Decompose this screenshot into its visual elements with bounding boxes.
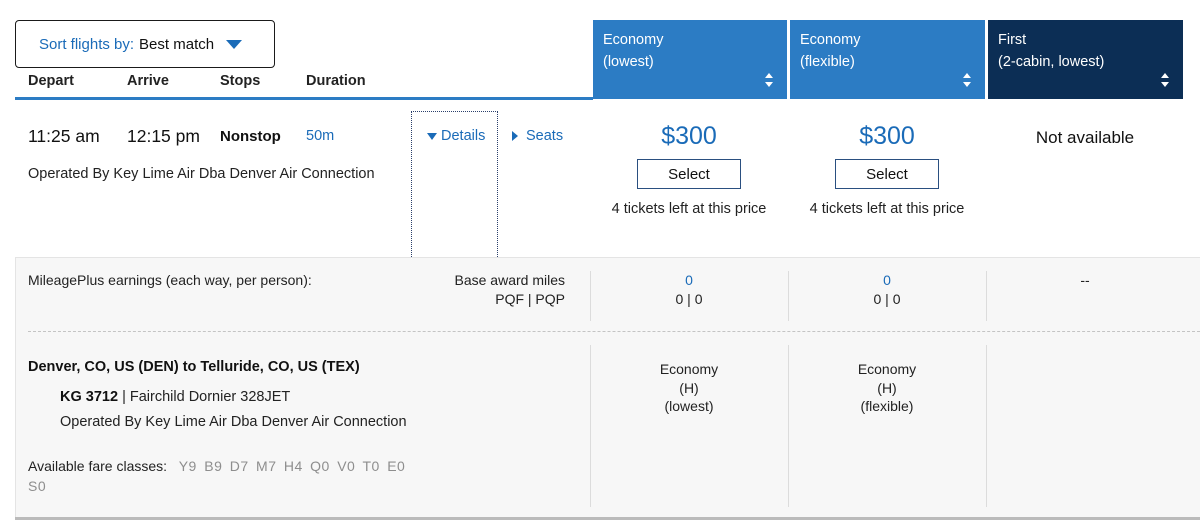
flight-number-line: KG 3712 | Fairchild Dornier 328JET [60,389,290,405]
award-miles-value: 0 [883,272,891,288]
cabin-class: (H) [877,379,897,396]
panel-bottom-border [15,517,1200,520]
cabin-type: (lowest) [664,398,714,414]
sort-value: Best match [139,35,215,53]
caret-down-icon [427,132,437,140]
aircraft-type: | Fairchild Dornier 328JET [118,389,291,405]
cabin-type: (flexible) [860,398,914,414]
dashed-divider [28,331,1200,332]
fare-header-title: First [998,32,1027,48]
seats-link-label: Seats [526,128,564,144]
select-economy-lowest-button[interactable]: Select [637,159,741,189]
segment-operated-by: Operated By Key Lime Air Dba Denver Air … [60,414,407,430]
fare-header-first[interactable]: First (2-cabin, lowest) [988,20,1183,99]
flight-number: KG 3712 [60,389,119,405]
cabin-class: (H) [679,379,699,396]
fare-header-economy-lowest[interactable]: Economy (lowest) [593,20,787,99]
arrive-time: 12:15 pm [127,126,200,146]
depart-time: 11:25 am [28,126,100,146]
column-stops: Stops [220,73,261,89]
base-award-label: Base award miles [454,272,566,288]
fare-header-subtitle: (2-cabin, lowest) [998,54,1105,70]
earnings-label: MileagePlus earnings (each way, per pers… [28,272,312,288]
fare-header-subtitle: (flexible) [800,54,855,70]
caret-right-icon [512,131,518,141]
earnings-economy-lowest: 0 0 | 0 [591,271,787,308]
cabin-name: Economy [857,361,917,377]
duration-value: 50m [306,128,335,144]
details-link[interactable]: Details [427,128,485,144]
tickets-left-economy-lowest: 4 tickets left at this price [611,201,767,217]
details-link-label: Details [441,128,486,144]
sort-arrows-icon [963,73,971,87]
pqf-pqp-label: PQF | PQP [495,291,565,307]
cabin-name: Economy [659,361,719,377]
header-divider [15,97,593,100]
seats-link[interactable]: Seats [512,128,563,144]
fare-header-economy-flexible[interactable]: Economy (flexible) [790,20,985,99]
price-economy-lowest: $300 [661,122,717,150]
column-depart: Depart [28,73,74,89]
pq-value: 0 | 0 [873,290,901,307]
fare-classes-label: Available fare classes: [28,458,168,474]
earnings-first: -- [987,271,1183,290]
sort-arrows-icon [1161,73,1169,87]
sort-arrows-icon [765,73,773,87]
cabin-economy-lowest: Economy (H) (lowest) [591,360,787,416]
first-not-available: Not available [1035,128,1135,147]
fare-header-title: Economy [603,32,664,48]
column-arrive: Arrive [127,73,169,89]
operated-by: Operated By Key Lime Air Dba Denver Air … [28,166,375,182]
route-title: Denver, CO, US (DEN) to Telluride, CO, U… [28,359,360,375]
earnings-economy-flexible: 0 0 | 0 [789,271,985,308]
select-economy-flexible-button[interactable]: Select [835,159,939,189]
chevron-down-icon [226,39,243,49]
price-economy-flexible: $300 [859,122,915,150]
award-miles-value: 0 [685,272,693,288]
column-duration: Duration [306,73,366,89]
sort-label: Sort flights by: [39,35,135,53]
column-separator [986,345,987,507]
fare-header-subtitle: (lowest) [603,54,654,70]
award-miles-value: -- [1080,272,1090,288]
fare-classes: Available fare classes: Y9 B9 D7 M7 H4 Q… [28,456,428,496]
pq-value: 0 | 0 [675,290,703,307]
stops-value: Nonstop [220,128,281,145]
fare-header-title: Economy [800,32,861,48]
sort-dropdown[interactable]: Sort flights by: Best match [15,20,275,68]
tickets-left-economy-flexible: 4 tickets left at this price [809,201,965,217]
cabin-economy-flexible: Economy (H) (flexible) [789,360,985,416]
